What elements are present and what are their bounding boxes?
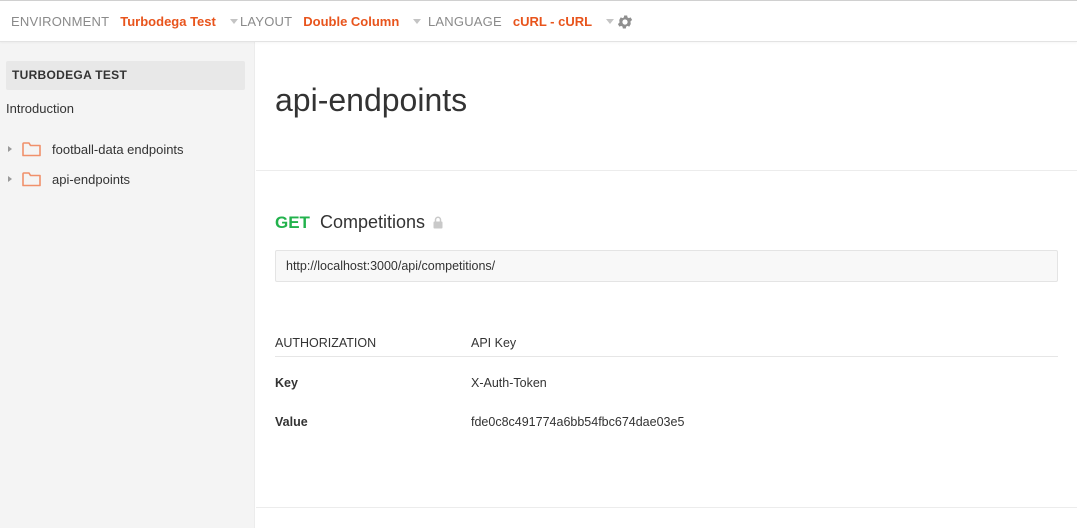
- page-title: api-endpoints: [275, 82, 468, 118]
- section-divider: [256, 170, 1077, 171]
- authorization-header-row: AUTHORIZATION API Key: [275, 336, 1058, 357]
- key-label: Key: [275, 376, 298, 390]
- layout-value: Double Column: [303, 13, 400, 29]
- key-value: X-Auth-Token: [471, 376, 547, 390]
- gear-icon[interactable]: [616, 13, 634, 31]
- folder-icon: [22, 172, 41, 187]
- layout-label: LAYOUT: [240, 13, 293, 29]
- folder-label: football-data endpoints: [52, 142, 184, 157]
- request-url[interactable]: http://localhost:3000/api/competitions/: [275, 250, 1058, 282]
- section-divider: [256, 507, 1077, 508]
- authorization-label: AUTHORIZATION: [275, 336, 377, 350]
- value-value: fde0c8c491774a6bb54fbc674dae03e5: [471, 415, 685, 429]
- authorization-type: API Key: [471, 336, 517, 350]
- collection-title[interactable]: TURBODEGA TEST: [6, 61, 245, 90]
- sidebar-folder-api-endpoints[interactable]: api-endpoints: [0, 168, 255, 192]
- environment-value: Turbodega Test: [120, 13, 216, 29]
- request-name: Competitions: [319, 212, 425, 232]
- lock-icon: [433, 216, 443, 229]
- chevron-right-icon[interactable]: [8, 146, 12, 152]
- chevron-down-icon: [413, 18, 422, 24]
- environment-label: ENVIRONMENT: [11, 13, 110, 29]
- chevron-right-icon[interactable]: [8, 176, 12, 182]
- chevron-down-icon: [606, 18, 615, 24]
- layout-selector[interactable]: LAYOUT Double Column: [240, 1, 422, 41]
- chevron-down-icon: [229, 18, 238, 24]
- sidebar-item-introduction[interactable]: Introduction: [6, 101, 74, 116]
- language-selector[interactable]: LANGUAGE cURL - cURL: [428, 1, 615, 41]
- environment-selector[interactable]: ENVIRONMENT Turbodega Test: [11, 1, 238, 41]
- sidebar: TURBODEGA TEST Introduction football-dat…: [0, 42, 255, 528]
- folder-label: api-endpoints: [52, 172, 131, 187]
- folder-icon: [22, 142, 41, 157]
- request-method-badge: GET: [275, 212, 310, 232]
- language-label: LANGUAGE: [428, 13, 502, 29]
- value-label: Value: [275, 415, 308, 429]
- sidebar-folder-football-data-endpoints[interactable]: football-data endpoints: [0, 138, 255, 162]
- request-title: GET Competitions: [275, 212, 443, 233]
- main-content: api-endpoints GET Competitions http://lo…: [256, 42, 1077, 528]
- language-value: cURL - cURL: [512, 13, 593, 29]
- top-bar: ENVIRONMENT Turbodega Test LAYOUT Double…: [0, 0, 1077, 42]
